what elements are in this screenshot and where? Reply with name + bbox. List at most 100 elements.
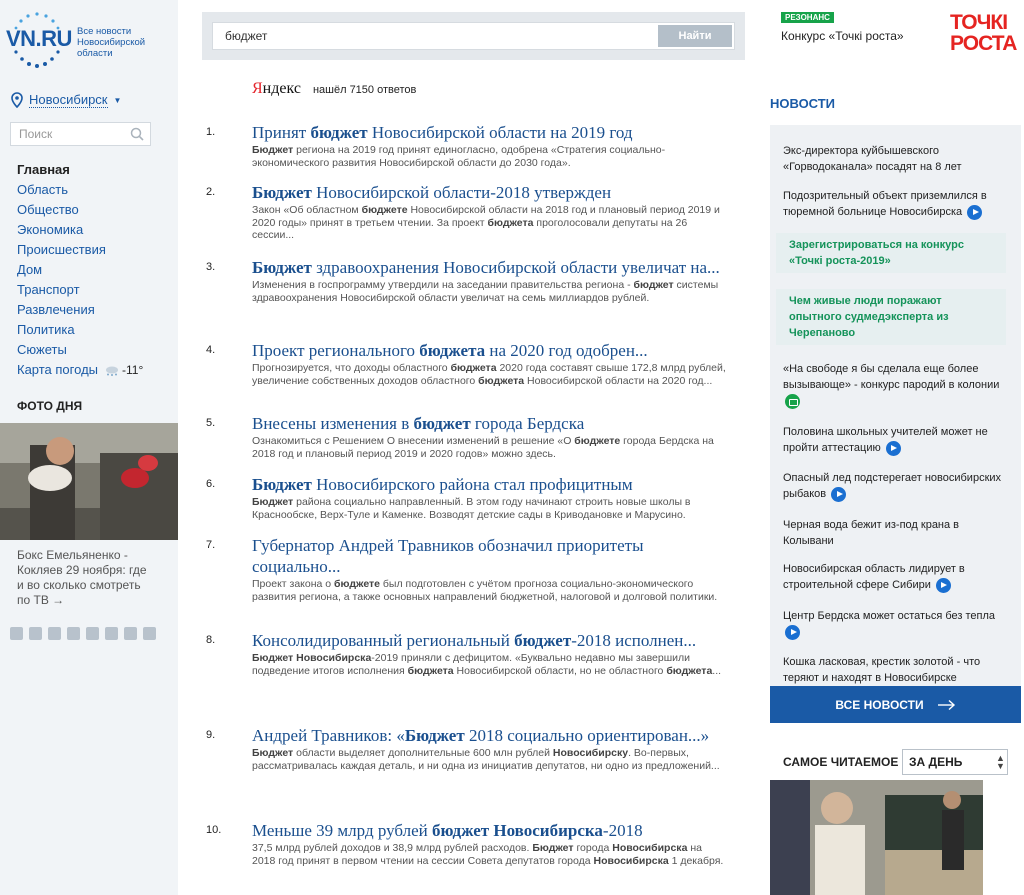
ad-banner[interactable]: РЕЗОНАНС Конкурс «Точкі роста» ТОЧКІ РОСТ… (769, 12, 1024, 58)
result-title[interactable]: Бюджет Новосибирской области-2018 утверж… (252, 182, 726, 203)
weather-label: Карта погоды (17, 362, 98, 377)
search-button[interactable]: Найти (658, 25, 732, 47)
result-number: 5. (206, 417, 216, 429)
youtube-icon[interactable] (48, 627, 61, 640)
snow-cloud-icon (106, 366, 118, 376)
all-news-label: ВСЕ НОВОСТИ (835, 697, 924, 712)
mail-icon[interactable] (143, 627, 156, 640)
result-title[interactable]: Внесены изменения в бюджет города Бердск… (252, 413, 726, 434)
result-number: 2. (206, 186, 216, 198)
result-number: 8. (206, 634, 216, 646)
result-title[interactable]: Бюджет Новосибирского района стал профиц… (252, 474, 726, 495)
news-item[interactable]: Экс-директора куйбышевского «Горводокана… (783, 143, 1008, 175)
search-input[interactable] (213, 23, 653, 49)
nav-item-weather[interactable]: Карта погоды -11° (17, 360, 143, 380)
news-item-text: Центр Бердска может остаться без тепла (783, 610, 996, 622)
result-item: 3. Бюджет здравоохранения Новосибирской … (206, 257, 726, 304)
logo-subtitle: Все новости Новосибирской области (77, 26, 146, 59)
result-title[interactable]: Проект регионального бюджета на 2020 год… (252, 340, 726, 361)
odnoklassniki-icon[interactable] (105, 627, 118, 640)
result-title[interactable]: Андрей Травников: «Бюджет 2018 социально… (252, 725, 726, 746)
result-number: 10. (206, 824, 222, 836)
video-play-icon (831, 486, 847, 502)
news-section-title[interactable]: НОВОСТИ (770, 96, 835, 111)
photo-camera-icon (785, 393, 800, 409)
nav-item-stories[interactable]: Сюжеты (17, 340, 143, 360)
result-item: 8. Консолидированный региональный бюджет… (206, 630, 726, 677)
result-snippet: Бюджет района социально направленный. В … (252, 496, 691, 521)
period-select[interactable]: ЗА ДЕНЬ (902, 749, 1008, 775)
search-icon[interactable] (130, 127, 144, 141)
yandex-logo: Яндекс (252, 80, 301, 97)
rss-icon[interactable] (86, 627, 99, 640)
news-item-text: «На свободе я бы сделала еще более вызыв… (783, 363, 1000, 391)
result-snippet: Бюджет региона на 2019 год принят единог… (252, 144, 666, 169)
result-item: 5. Внесены изменения в бюджет города Бер… (206, 413, 726, 460)
nav-item-society[interactable]: Общество (17, 200, 143, 220)
news-item[interactable]: «На свободе я бы сделала еще более вызыв… (783, 361, 1008, 409)
news-item[interactable]: Центр Бердска может остаться без тепла (783, 608, 1008, 640)
nav-item-main[interactable]: Главная (17, 160, 143, 180)
weather-widget: -11° (104, 360, 143, 380)
result-title[interactable]: Меньше 39 млрд рублей бюджет Новосибирск… (252, 820, 726, 841)
city-selector[interactable]: Новосибирск ▼ (10, 92, 121, 108)
news-item[interactable]: Половина школьных учителей может не прой… (783, 424, 1008, 456)
result-snippet: Изменения в госпрограмму утвердили на за… (252, 279, 719, 304)
all-news-button[interactable]: ВСЕ НОВОСТИ (770, 686, 1021, 723)
news-item-text: Подозрительный объект приземлился в тюре… (783, 190, 987, 218)
livejournal-icon[interactable] (67, 627, 80, 640)
result-number: 1. (206, 126, 216, 138)
search-bar: Найти (202, 12, 745, 60)
social-links (10, 627, 156, 640)
most-read-image[interactable] (770, 780, 983, 895)
result-title[interactable]: Консолидированный региональный бюджет-20… (252, 630, 726, 651)
nav-item-region[interactable]: Область (17, 180, 143, 200)
twitter-icon[interactable] (29, 627, 42, 640)
news-item-text: Опасный лед подстерегает новосибирских р… (783, 472, 1002, 500)
result-snippet: 37,5 млрд рублей доходов и 38,9 млрд руб… (252, 842, 724, 867)
news-item-text: Кошка ласковая, крестик золотой - что те… (783, 656, 981, 684)
nav-item-home[interactable]: Дом (17, 260, 143, 280)
news-item-promo[interactable]: Чем живые люди поражают опытного судмедэ… (776, 289, 1006, 345)
news-item[interactable]: Подозрительный объект приземлился в тюре… (783, 188, 1008, 220)
video-play-icon (785, 624, 800, 640)
sidebar-search-input[interactable] (11, 127, 121, 141)
telegram-icon[interactable] (124, 627, 137, 640)
news-item-text: Чем живые люди поражают опытного судмедэ… (789, 295, 949, 339)
nav-item-entertainment[interactable]: Развлечения (17, 300, 143, 320)
result-snippet: Проект закона о бюджете был подготовлен … (252, 578, 718, 603)
result-snippet: Ознакомиться с Решением О внесении измен… (252, 435, 714, 460)
nav-item-transport[interactable]: Транспорт (17, 280, 143, 300)
result-item: 9. Андрей Травников: «Бюджет 2018 социал… (206, 725, 726, 772)
result-snippet: Бюджет Новосибирска-2019 приняли с дефиц… (252, 652, 722, 677)
ad-logo: ТОЧКІ РОСТА (950, 11, 1017, 55)
nav-item-politics[interactable]: Политика (17, 320, 143, 340)
result-title[interactable]: Губернатор Андрей Травников обозначил пр… (252, 535, 726, 577)
city-label: Новосибирск (29, 92, 108, 108)
video-play-icon (935, 577, 951, 593)
most-read-title: САМОЕ ЧИТАЕМОЕ (783, 755, 899, 769)
result-title[interactable]: Бюджет здравоохранения Новосибирской обл… (252, 257, 726, 278)
result-title[interactable]: Принят бюджет Новосибирской области на 2… (252, 122, 726, 143)
photo-of-day-title: ФОТО ДНЯ (17, 399, 83, 413)
photo-of-day-image[interactable] (0, 423, 178, 540)
result-number: 3. (206, 261, 216, 273)
news-item-promo[interactable]: Зарегистрироваться на конкурс «Точкі рос… (776, 233, 1006, 273)
site-logo[interactable]: VN.RU Все новости Новосибирской области (6, 12, 176, 68)
result-item: 6. Бюджет Новосибирского района стал про… (206, 474, 726, 521)
result-item: 4. Проект регионального бюджета на 2020 … (206, 340, 726, 387)
news-item[interactable]: Новосибирская область лидирует в строите… (783, 561, 1008, 593)
main-nav: Главная Область Общество Экономика Проис… (17, 160, 143, 380)
photo-of-day-caption[interactable]: Бокс Емельяненко - Кокляев 29 ноября: гд… (17, 548, 147, 608)
news-item[interactable]: Опасный лед подстерегает новосибирских р… (783, 470, 1008, 502)
result-number: 6. (206, 478, 216, 490)
result-item: 7. Губернатор Андрей Травников обозначил… (206, 535, 726, 603)
news-item[interactable]: Кошка ласковая, крестик золотой - что те… (783, 654, 1008, 686)
vk-icon[interactable] (10, 627, 23, 640)
result-number: 4. (206, 344, 216, 356)
nav-item-economy[interactable]: Экономика (17, 220, 143, 240)
logo-text: VN.RU (6, 26, 72, 51)
news-item[interactable]: Черная вода бежит из-под крана в Колыван… (783, 517, 1008, 549)
nav-item-incidents[interactable]: Происшествия (17, 240, 143, 260)
yandex-results-header: Яндекс нашёл 7150 ответов (252, 80, 416, 98)
